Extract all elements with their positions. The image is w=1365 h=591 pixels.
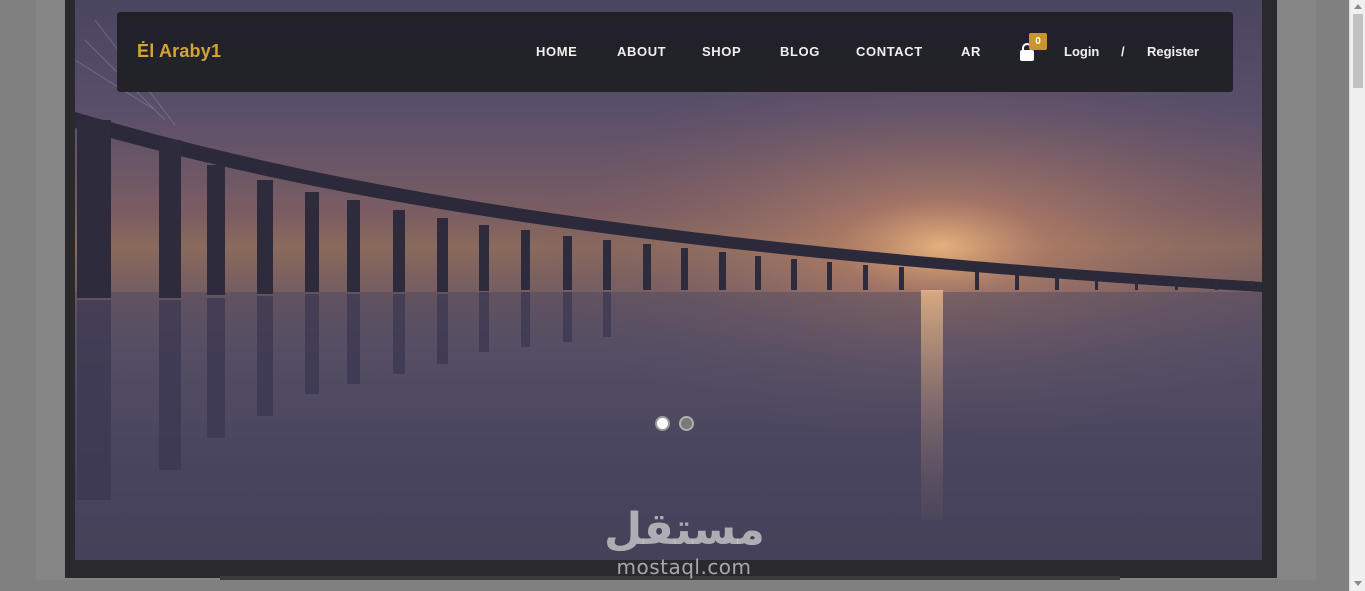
scroll-up-arrow-icon[interactable] xyxy=(1354,4,1362,9)
scroll-thumb[interactable] xyxy=(1353,14,1363,88)
auth-separator: / xyxy=(1121,44,1125,59)
cart-count-badge: 0 xyxy=(1029,33,1047,50)
nav-about[interactable]: ABOUT xyxy=(617,44,666,59)
watermark: مستقل mostaql.com xyxy=(604,504,765,580)
top-navbar: Ėl Araby1 HOME ABOUT SHOP BLOG CONTACT A… xyxy=(117,12,1233,92)
nav-shop[interactable]: SHOP xyxy=(702,44,741,59)
register-link[interactable]: Register xyxy=(1147,44,1199,59)
nav-home[interactable]: HOME xyxy=(536,44,577,59)
nav-contact[interactable]: CONTACT xyxy=(856,44,923,59)
brand-logo[interactable]: Ėl Araby1 xyxy=(137,41,221,62)
vertical-scrollbar[interactable] xyxy=(1349,0,1365,591)
slider-dot-1[interactable] xyxy=(655,416,670,431)
scroll-down-arrow-icon[interactable] xyxy=(1354,581,1362,586)
nav-blog[interactable]: BLOG xyxy=(780,44,820,59)
nav-language-ar[interactable]: AR xyxy=(961,44,981,59)
watermark-arabic: مستقل xyxy=(604,504,765,555)
slider-dot-2[interactable] xyxy=(679,416,694,431)
login-link[interactable]: Login xyxy=(1064,44,1099,59)
watermark-latin: mostaql.com xyxy=(616,555,752,579)
